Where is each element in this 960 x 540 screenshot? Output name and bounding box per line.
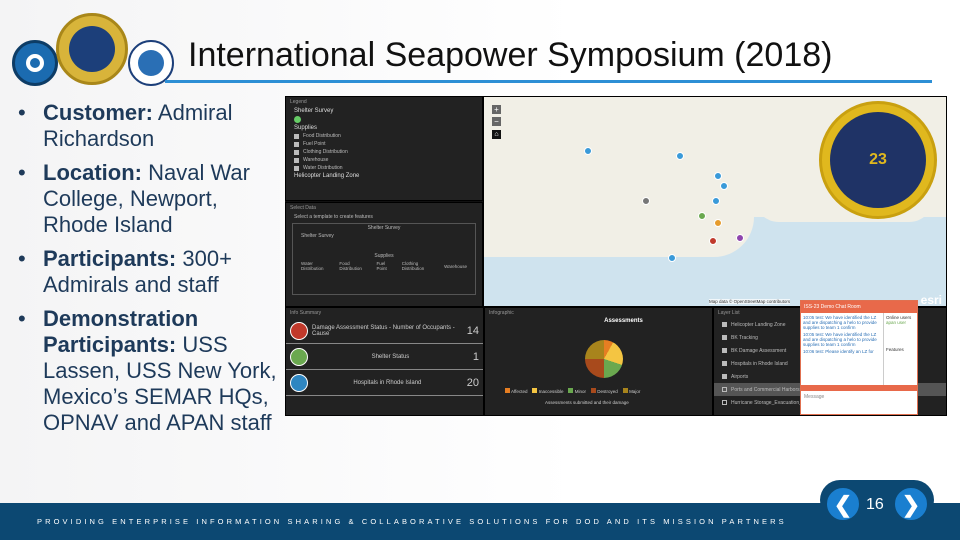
supply-icon bbox=[294, 133, 299, 139]
select-hint: Select a template to create features bbox=[294, 214, 373, 220]
chart-caption: Assessments submitted and their damage bbox=[545, 400, 629, 405]
legend-layer: Helicopter Landing Zone bbox=[294, 173, 360, 179]
map-attribution: Map data © OpenStreetMap contributors bbox=[709, 299, 791, 304]
summary-label: Hospitals in Rhode Island bbox=[353, 379, 422, 386]
chat-messages: 10:05 test: We have identified the LZ an… bbox=[803, 315, 877, 354]
legend-layer: Shelter Survey bbox=[294, 108, 334, 114]
template-item[interactable]: Water Distribution bbox=[301, 261, 331, 271]
summary-label: Damage Assessment Status - Number of Occ… bbox=[312, 324, 455, 337]
checkbox-icon bbox=[722, 322, 727, 327]
supply-icon bbox=[294, 157, 299, 163]
checkbox-icon bbox=[722, 387, 727, 392]
info-summary-panel: Info Summary Damage Assessment Status - … bbox=[285, 307, 484, 416]
template-item[interactable]: Fuel Point bbox=[376, 261, 393, 271]
app-screenshot: Legend Shelter Survey Supplies Food Dist… bbox=[285, 96, 947, 416]
legend-item: Clothing Distribution bbox=[303, 149, 348, 155]
legend-minor: Minor bbox=[568, 388, 586, 394]
bullet-location: Location: Naval War College, Newport, Rh… bbox=[18, 160, 283, 238]
chat-window: ISS-23 Demo Chat Room 10:05 test: We hav… bbox=[800, 300, 918, 415]
template-item[interactable]: Food Distribution bbox=[339, 261, 368, 271]
legend-item: Warehouse bbox=[303, 157, 329, 163]
shelter-icon bbox=[294, 116, 301, 123]
panel-title: Select Data bbox=[290, 205, 316, 211]
apan-logo bbox=[12, 40, 58, 86]
panel-title: Legend bbox=[290, 99, 307, 105]
template-group: Shelter Survey bbox=[367, 225, 401, 231]
infographic-panel: Infographic Assessments Affected Inacces… bbox=[484, 307, 713, 416]
legend-inaccessible: Inaccessible bbox=[532, 388, 563, 394]
slide-title: International Seapower Symposium (2018) bbox=[188, 36, 833, 74]
summary-row[interactable]: Damage Assessment Status - Number of Occ… bbox=[286, 318, 483, 344]
legend-panel: Legend Shelter Survey Supplies Food Dist… bbox=[285, 96, 483, 201]
bullet-label: Location: bbox=[43, 160, 142, 185]
chevron-right-icon[interactable]: ❯ bbox=[893, 486, 929, 522]
bullet-label: Customer: bbox=[43, 100, 154, 125]
page-number: 16 bbox=[866, 496, 884, 513]
template-group: Supplies bbox=[374, 253, 394, 259]
features-label: Features bbox=[886, 347, 904, 352]
legend-item: Fuel Point bbox=[303, 141, 326, 147]
chat-title: ISS-23 Demo Chat Room bbox=[801, 301, 917, 313]
chat-message-input[interactable]: Message bbox=[801, 391, 917, 403]
legend-affected: Affected bbox=[505, 388, 527, 394]
summary-value: 14 bbox=[466, 324, 479, 337]
checkbox-icon bbox=[722, 335, 727, 340]
template-item[interactable]: Warehouse bbox=[444, 264, 467, 269]
checkbox-icon bbox=[722, 374, 727, 379]
bullet-label: Participants: bbox=[43, 246, 177, 271]
legend-major: Major bbox=[622, 388, 640, 394]
bullet-participants: Participants: 300+ Admirals and staff bbox=[18, 246, 283, 298]
title-underline bbox=[165, 80, 932, 83]
air-force-seal bbox=[56, 13, 128, 85]
chart-title: Assessments bbox=[604, 318, 643, 324]
legend-item: Food Distribution bbox=[303, 133, 341, 139]
iss-23-seal: 23 bbox=[819, 101, 937, 219]
template-item[interactable]: Shelter Survey bbox=[293, 232, 475, 240]
checkbox-icon bbox=[722, 361, 727, 366]
online-user: apan user bbox=[886, 320, 907, 325]
supply-icon bbox=[294, 165, 299, 171]
home-icon[interactable]: ⌂ bbox=[492, 130, 501, 139]
summary-value: 1 bbox=[472, 350, 479, 363]
summary-value: 20 bbox=[466, 376, 479, 389]
summary-row[interactable]: Shelter Status 1 bbox=[286, 344, 483, 370]
bullet-label: Demonstration Participants: bbox=[43, 306, 199, 357]
footer-tagline: PROVIDING ENTERPRISE INFORMATION SHARING… bbox=[37, 517, 787, 526]
template-item[interactable]: Clothing Distribution bbox=[402, 261, 436, 271]
supply-icon bbox=[294, 141, 299, 147]
supply-icon bbox=[294, 149, 299, 155]
bullet-list: Customer: Admiral Richardson Location: N… bbox=[18, 100, 283, 444]
legend-destroyed: Destroyed bbox=[591, 388, 618, 394]
legend-group: Supplies bbox=[294, 125, 318, 131]
panel-title: Info Summary bbox=[290, 310, 322, 316]
zoom-out-button[interactable]: − bbox=[492, 117, 501, 126]
checkbox-icon bbox=[722, 348, 727, 353]
bullet-demo-participants: Demonstration Participants: USS Lassen, … bbox=[18, 306, 283, 436]
hospital-icon bbox=[290, 373, 308, 392]
esri-logo: esri bbox=[920, 293, 942, 307]
damage-icon bbox=[290, 321, 308, 340]
checkbox-icon bbox=[722, 400, 727, 405]
zoom-in-button[interactable]: + bbox=[492, 105, 501, 114]
pie-chart bbox=[585, 340, 623, 378]
summary-label: Shelter Status bbox=[371, 353, 410, 360]
bullet-customer: Customer: Admiral Richardson bbox=[18, 100, 283, 152]
legend-item: Water Distribution bbox=[303, 165, 343, 171]
chevron-left-icon[interactable]: ❮ bbox=[825, 486, 861, 522]
select-data-panel: Select Data Select a template to create … bbox=[285, 202, 483, 307]
panel-title: Infographic bbox=[489, 310, 514, 316]
template-picker[interactable]: Shelter Survey Shelter Survey Supplies W… bbox=[292, 223, 476, 295]
shelter-icon bbox=[290, 347, 308, 366]
summary-row[interactable]: Hospitals in Rhode Island 20 bbox=[286, 370, 483, 396]
map-view[interactable]: + − ⌂ 23 Map data © OpenStreetMap contri… bbox=[483, 96, 947, 307]
